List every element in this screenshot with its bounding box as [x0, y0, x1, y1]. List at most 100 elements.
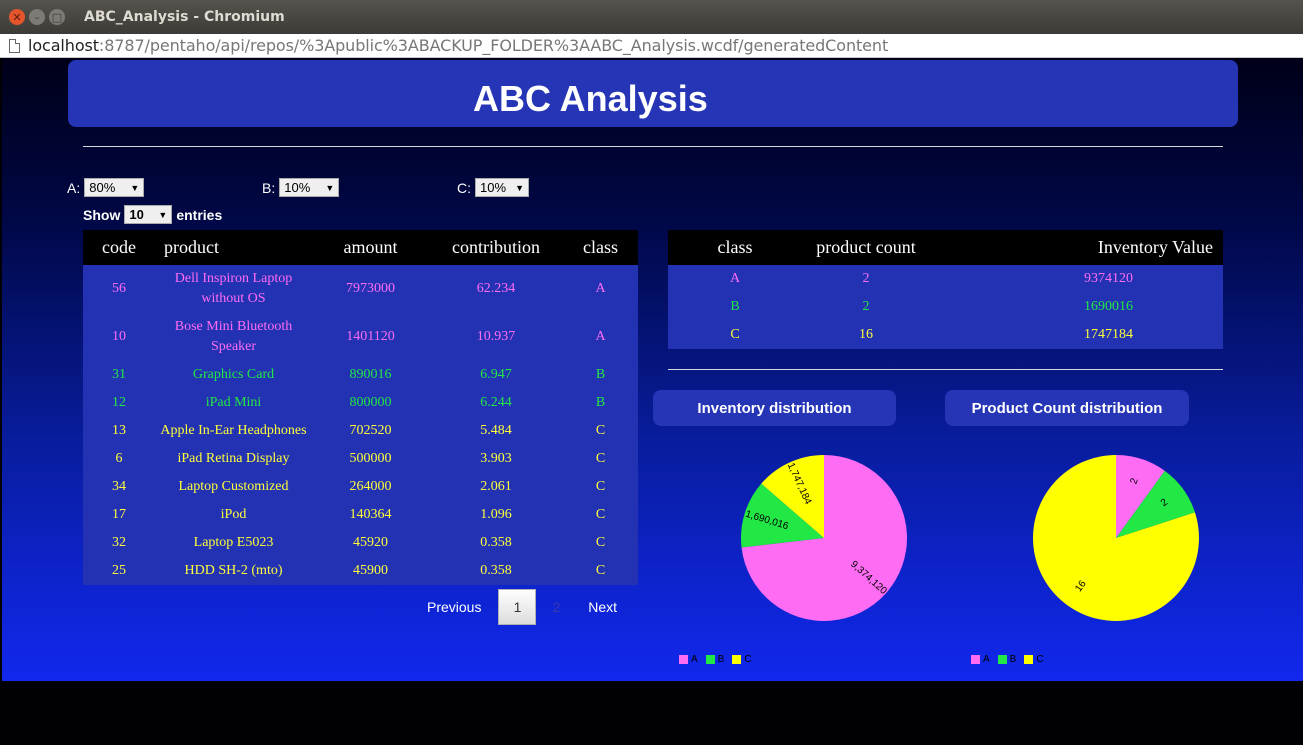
- cell-class: C: [668, 321, 802, 349]
- cell-code: 56: [83, 265, 155, 313]
- cell-class: C: [563, 417, 638, 445]
- column-header-amount[interactable]: amount: [312, 230, 429, 265]
- cell-class: C: [563, 501, 638, 529]
- legend-swatch-c: [1024, 655, 1034, 664]
- cell-amount: 500000: [312, 445, 429, 473]
- cell-amount: 702520: [312, 417, 429, 445]
- column-header-product[interactable]: product: [155, 230, 312, 265]
- legend-label-a: A: [691, 654, 698, 665]
- window-controls: ✕ – □: [9, 9, 65, 25]
- browser-bottom-area: [0, 681, 1303, 745]
- table-row[interactable]: 25 HDD SH-2 (mto) 45900 0.358 C: [83, 557, 638, 585]
- table-row[interactable]: 56 Dell Inspiron Laptop without OS 79730…: [83, 265, 638, 313]
- cell-product: Dell Inspiron Laptop without OS: [155, 265, 312, 313]
- cell-class: B: [563, 389, 638, 417]
- entries-select[interactable]: 10 ▼: [124, 205, 173, 224]
- column-header-class[interactable]: class: [668, 230, 802, 265]
- filter-c-label: C:: [457, 179, 471, 196]
- column-header-contribution[interactable]: contribution: [429, 230, 563, 265]
- table-row[interactable]: B 2 1690016: [668, 293, 1223, 321]
- cell-amount: 45900: [312, 557, 429, 585]
- cell-class: C: [563, 529, 638, 557]
- show-entries: Show 10 ▼ entries: [83, 205, 222, 224]
- filter-b-select[interactable]: 10% ▼: [279, 178, 340, 197]
- cell-amount: 800000: [312, 389, 429, 417]
- inventory-legend: A B C: [679, 654, 760, 665]
- cell-product: Laptop Customized: [155, 473, 312, 501]
- entries-value: 10: [129, 207, 144, 222]
- filter-b-value: 10%: [284, 180, 311, 195]
- url-text[interactable]: localhost:8787/pentaho/api/repos/%3Apubl…: [28, 36, 888, 55]
- url-host: localhost: [28, 36, 99, 55]
- cell-class: C: [563, 445, 638, 473]
- column-header-code[interactable]: code: [83, 230, 155, 265]
- filter-a-select[interactable]: 80% ▼: [84, 178, 145, 197]
- filter-c-value: 10%: [480, 180, 507, 195]
- cell-product: Laptop E5023: [155, 529, 312, 557]
- legend-swatch-a: [971, 655, 980, 664]
- dropdown-arrow-icon: ▼: [130, 182, 140, 193]
- cell-contribution: 6.244: [429, 389, 563, 417]
- cell-code: 34: [83, 473, 155, 501]
- table-row[interactable]: 17 iPod 140364 1.096 C: [83, 501, 638, 529]
- cell-contribution: 3.903: [429, 445, 563, 473]
- filter-c: C: 10% ▼: [457, 178, 529, 197]
- column-header-product-count[interactable]: product count: [802, 230, 930, 265]
- legend-swatch-b: [705, 655, 715, 664]
- inventory-pie-chart: 9,374,1201,690,0161,747,184: [741, 455, 907, 621]
- page-2-button[interactable]: 2: [552, 599, 560, 615]
- cell-inventory-value: 9374120: [930, 265, 1223, 293]
- cell-amount: 890016: [312, 361, 429, 389]
- close-window-icon[interactable]: ✕: [9, 9, 25, 25]
- table-row[interactable]: 34 Laptop Customized 264000 2.061 C: [83, 473, 638, 501]
- table-row[interactable]: 31 Graphics Card 890016 6.947 B: [83, 361, 638, 389]
- cell-product: iPad Retina Display: [155, 445, 312, 473]
- summary-table: class product count Inventory Value A 2 …: [668, 230, 1223, 349]
- table-row[interactable]: 10 Bose Mini Bluetooth Speaker 1401120 1…: [83, 313, 638, 361]
- legend-label-a: A: [983, 654, 990, 665]
- filter-a: A: 80% ▼: [67, 178, 145, 197]
- cell-product: iPod: [155, 501, 312, 529]
- table-row[interactable]: A 2 9374120: [668, 265, 1223, 293]
- dropdown-arrow-icon: ▼: [158, 209, 168, 220]
- charts-divider: [668, 369, 1223, 370]
- maximize-window-icon[interactable]: □: [49, 9, 65, 25]
- cell-inventory-value: 1747184: [930, 321, 1223, 349]
- window-title: ABC_Analysis - Chromium: [84, 9, 285, 25]
- page-header: ABC Analysis: [68, 60, 1238, 127]
- cell-contribution: 62.234: [429, 265, 563, 313]
- cell-contribution: 10.937: [429, 313, 563, 361]
- cell-contribution: 0.358: [429, 557, 563, 585]
- cell-contribution: 5.484: [429, 417, 563, 445]
- filter-b: B: 10% ▼: [262, 178, 340, 197]
- minimize-window-icon[interactable]: –: [29, 9, 45, 25]
- cell-class: A: [563, 265, 638, 313]
- table-row[interactable]: 32 Laptop E5023 45920 0.358 C: [83, 529, 638, 557]
- legend-label-c: C: [744, 654, 752, 665]
- column-header-inventory-value[interactable]: Inventory Value: [930, 230, 1223, 265]
- cell-code: 32: [83, 529, 155, 557]
- filter-b-label: B:: [262, 179, 276, 196]
- cell-code: 10: [83, 313, 155, 361]
- product-count-pie-chart: 2216: [1033, 455, 1199, 621]
- table-row[interactable]: 6 iPad Retina Display 500000 3.903 C: [83, 445, 638, 473]
- table-row[interactable]: C 16 1747184: [668, 321, 1223, 349]
- dashboard-page: ABC Analysis A: 80% ▼ B: 10% ▼ C: 10% ▼ Sho…: [2, 58, 1303, 681]
- address-bar[interactable]: localhost:8787/pentaho/api/repos/%3Apubl…: [0, 34, 1303, 58]
- cell-code: 17: [83, 501, 155, 529]
- table-row[interactable]: 12 iPad Mini 800000 6.244 B: [83, 389, 638, 417]
- next-button[interactable]: Next: [588, 599, 617, 615]
- filter-c-select[interactable]: 10% ▼: [475, 178, 529, 197]
- page-1-button[interactable]: 1: [498, 589, 537, 625]
- column-header-class[interactable]: class: [563, 230, 638, 265]
- cell-product-count: 2: [802, 265, 930, 293]
- cell-code: 25: [83, 557, 155, 585]
- previous-button[interactable]: Previous: [427, 599, 481, 615]
- filter-a-label: A:: [67, 179, 81, 196]
- count-chart-title: Product Count distribution: [945, 390, 1189, 426]
- legend-label-b: B: [717, 654, 725, 665]
- table-row[interactable]: 13 Apple In-Ear Headphones 702520 5.484 …: [83, 417, 638, 445]
- cell-product: HDD SH-2 (mto): [155, 557, 312, 585]
- cell-contribution: 1.096: [429, 501, 563, 529]
- legend-swatch-c: [732, 655, 742, 664]
